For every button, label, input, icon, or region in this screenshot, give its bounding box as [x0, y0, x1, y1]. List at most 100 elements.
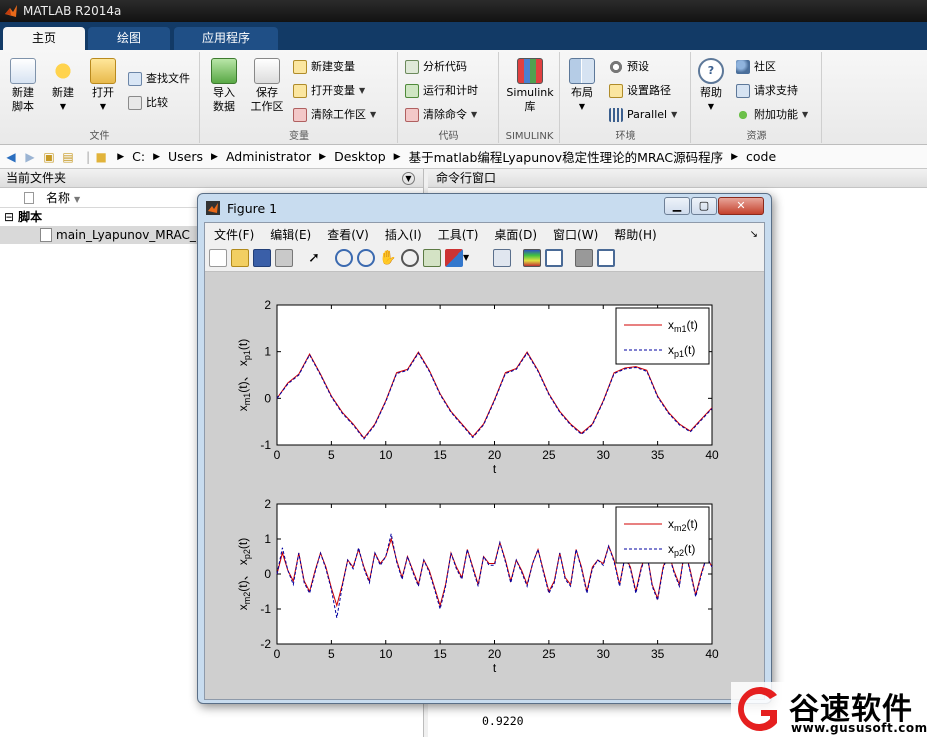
file-type-icon [24, 192, 34, 204]
folder-icon: ■ [95, 149, 107, 164]
ribbon-section-file: 新建 脚本 新建 ▼ 打开 ▼ 查找文件 比较 文件 [0, 52, 200, 143]
breadcrumb-administrator[interactable]: ▶ Administrator [211, 149, 311, 164]
new-button[interactable]: 新建 ▼ [46, 58, 80, 114]
x-tick-label: 0 [274, 448, 281, 462]
m-file-icon [40, 228, 52, 242]
figure-plot-area: 0 5 10 15 20 25 30 35 40-1012txm1(t)、 xp1(t)xm1(… [236, 298, 719, 675]
parallel-icon [609, 108, 623, 122]
tab-plots[interactable]: 绘图 [88, 27, 170, 50]
layout-button[interactable]: 布局 ▼ [565, 58, 599, 114]
preferences-button[interactable]: 预设 [609, 57, 649, 77]
simulink-library-button[interactable]: Simulink 库 [502, 58, 558, 114]
forward-arrow-icon[interactable]: ▶ [22, 149, 38, 165]
close-button[interactable]: ✕ [718, 197, 764, 215]
figure-window[interactable]: Figure 1 ▁ ▢ ✕ 文件(F) 编辑(E) 查看(V) 插入(I) 工… [197, 193, 772, 704]
menu-window[interactable]: 窗口(W) [553, 226, 598, 243]
clear-workspace-button[interactable]: 清除工作区 ▼ [293, 105, 376, 125]
up-folder-icon[interactable]: ▣ [41, 149, 57, 165]
pan-hand-icon[interactable]: ✋ [379, 249, 397, 267]
x-tick-label: 25 [542, 448, 556, 462]
analyze-code-button[interactable]: 分析代码 [405, 57, 467, 77]
data-cursor-icon[interactable] [423, 249, 441, 267]
tab-apps[interactable]: 应用程序 [174, 27, 278, 50]
print-icon[interactable] [275, 249, 293, 267]
zoom-in-icon[interactable] [335, 249, 353, 267]
help-button[interactable]: ? 帮助 ▼ [694, 58, 728, 114]
panel-menu-icon[interactable]: ▼ [402, 172, 415, 185]
new-variable-button[interactable]: 新建变量 [293, 57, 355, 77]
add-ons-button[interactable]: 附加功能 ▼ [736, 105, 808, 125]
show-plot-tools-icon[interactable] [597, 249, 615, 267]
find-files-button[interactable]: 查找文件 [128, 69, 190, 89]
clear-commands-icon [405, 108, 419, 122]
x-axis-label: t [493, 462, 497, 476]
colorbar-icon[interactable] [523, 249, 541, 267]
hide-plot-tools-icon[interactable] [575, 249, 593, 267]
import-data-button[interactable]: 导入 数据 [207, 58, 241, 114]
pointer-icon[interactable]: ➚ [305, 249, 323, 267]
legend-icon[interactable] [545, 249, 563, 267]
set-path-button[interactable]: 设置路径 [609, 81, 671, 101]
breadcrumb-users[interactable]: ▶ Users [153, 149, 203, 164]
back-arrow-icon[interactable]: ◀ [3, 149, 19, 165]
y-tick-label: 0 [264, 567, 271, 581]
import-icon [211, 58, 237, 84]
breadcrumb-project[interactable]: ▶ 基于matlab编程Lyapunov稳定性理论的MRAC源码程序 [394, 147, 723, 166]
new-figure-icon[interactable] [209, 249, 227, 267]
link-plot-icon[interactable] [493, 249, 511, 267]
parallel-button[interactable]: Parallel ▼ [609, 105, 677, 125]
rotate-3d-icon[interactable] [401, 249, 419, 267]
dock-arrow-icon[interactable]: ↘ [750, 229, 758, 240]
watermark: 谷速软件 www.gususoft.com [731, 682, 927, 737]
browse-folder-icon[interactable]: ▤ [60, 149, 76, 165]
clear-commands-button[interactable]: 清除命令 ▼ [405, 105, 477, 125]
menu-desktop[interactable]: 桌面(D) [494, 226, 537, 243]
save-workspace-button[interactable]: 保存 工作区 [247, 58, 287, 114]
open-file-icon[interactable] [231, 249, 249, 267]
x-tick-label: 20 [488, 448, 502, 462]
chevron-down-icon: ▼ [578, 102, 586, 111]
current-folder-header: 当前文件夹 ▼ [0, 169, 423, 188]
collapse-icon[interactable]: ⊟ [4, 210, 14, 224]
zoom-out-icon[interactable] [357, 249, 375, 267]
menu-edit[interactable]: 编辑(E) [270, 226, 311, 243]
community-button[interactable]: 社区 [736, 57, 776, 77]
chevron-right-icon: ▶ [211, 151, 218, 162]
compare-button[interactable]: 比较 [128, 93, 168, 113]
request-support-button[interactable]: 请求支持 [736, 81, 798, 101]
run-and-time-button[interactable]: 运行和计时 [405, 81, 478, 101]
figure-toolbar: ➚ ✋ ▼ [205, 245, 764, 272]
y-tick-label: 1 [264, 345, 271, 359]
open-button[interactable]: 打开 ▼ [86, 58, 120, 114]
layout-icon [569, 58, 595, 84]
new-script-icon [10, 58, 36, 84]
menu-insert[interactable]: 插入(I) [385, 226, 422, 243]
breadcrumb-c[interactable]: ▶ C: [117, 149, 145, 164]
ribbon-section-code: 分析代码 运行和计时 清除命令 ▼ 代码 [399, 52, 499, 143]
open-variable-button[interactable]: 打开变量 ▼ [293, 81, 365, 101]
menu-view[interactable]: 查看(V) [327, 226, 369, 243]
save-icon[interactable] [253, 249, 271, 267]
open-variable-icon [293, 84, 307, 98]
menu-help[interactable]: 帮助(H) [614, 226, 656, 243]
breadcrumb-desktop[interactable]: ▶ Desktop [319, 149, 385, 164]
chevron-down-icon: ▼ [707, 102, 715, 111]
menu-tools[interactable]: 工具(T) [438, 226, 479, 243]
chevron-down-icon: ▼ [99, 102, 107, 111]
ribbon-section-environment: 布局 ▼ 预设 设置路径 Parallel ▼ 环境 [561, 52, 691, 143]
y-tick-label: 0 [264, 391, 271, 405]
analyze-code-icon [405, 60, 419, 74]
minimize-button[interactable]: ▁ [664, 197, 690, 215]
main-title-bar: MATLAB R2014a [0, 0, 927, 22]
folder-icon [90, 58, 116, 84]
ribbon-tab-strip: 主页 绘图 应用程序 [0, 22, 927, 50]
brush-icon[interactable] [445, 249, 463, 267]
breadcrumb-code[interactable]: ▶ code [731, 149, 776, 164]
section-label-environment: 环境 [615, 131, 636, 142]
menu-file[interactable]: 文件(F) [214, 226, 254, 243]
figure-menu-bar: 文件(F) 编辑(E) 查看(V) 插入(I) 工具(T) 桌面(D) 窗口(W… [205, 223, 764, 245]
tab-home[interactable]: 主页 [3, 27, 85, 50]
maximize-button[interactable]: ▢ [691, 197, 717, 215]
new-script-button[interactable]: 新建 脚本 [6, 58, 40, 114]
chevron-down-icon[interactable]: ▼ [463, 249, 471, 267]
